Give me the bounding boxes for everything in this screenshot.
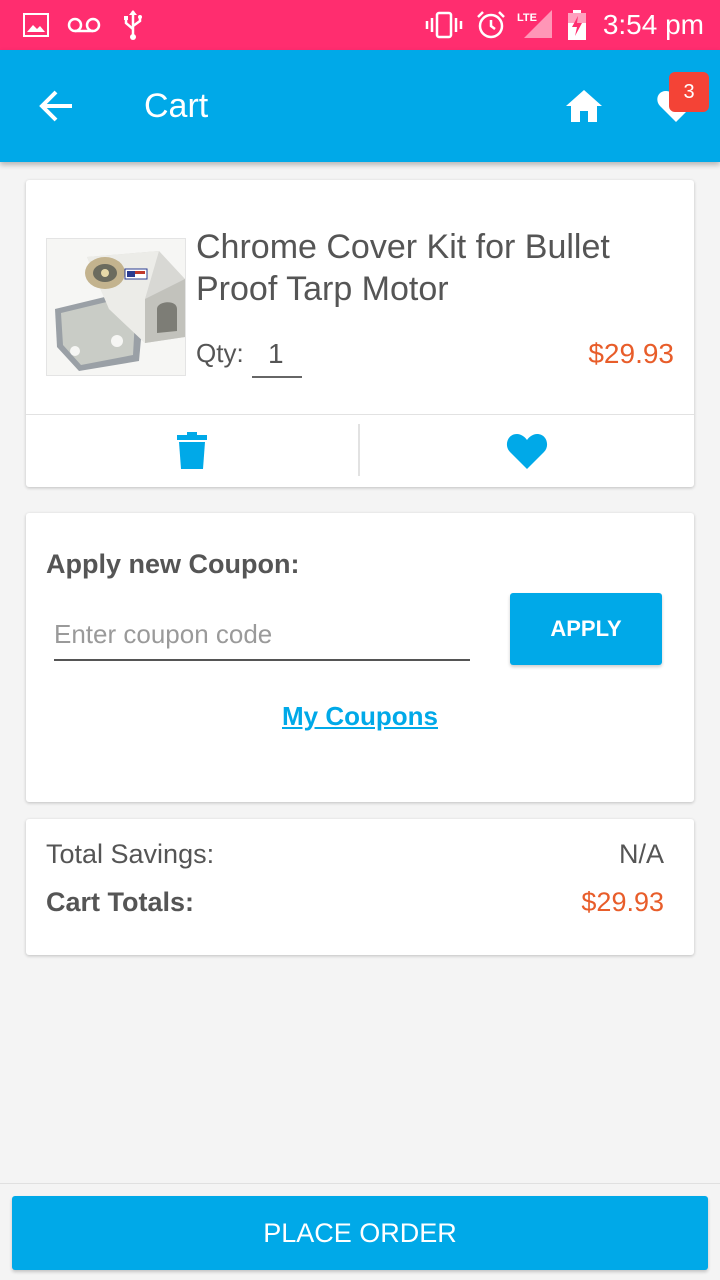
home-button[interactable] bbox=[556, 78, 612, 134]
status-time: 3:54 pm bbox=[602, 9, 704, 40]
product-title[interactable]: Chrome Cover Kit for Bullet Proof Tarp M… bbox=[196, 226, 676, 310]
vibrate-icon bbox=[424, 0, 464, 50]
place-order-button[interactable]: PLACE ORDER bbox=[12, 1196, 708, 1270]
lte-label: LTE bbox=[517, 12, 537, 24]
lte-signal-icon: LTE bbox=[516, 0, 554, 50]
voicemail-icon bbox=[66, 0, 102, 50]
my-coupons-link[interactable]: My Coupons bbox=[26, 701, 694, 732]
usb-icon bbox=[120, 0, 146, 50]
trash-icon bbox=[177, 432, 207, 469]
cart-totals-row: Cart Totals: $29.93 bbox=[46, 887, 664, 918]
total-savings-label: Total Savings: bbox=[46, 839, 215, 869]
status-bar: LTE 3:54 pm bbox=[0, 0, 720, 50]
total-savings-row: Total Savings: N/A bbox=[46, 839, 664, 870]
qty-label: Qty: bbox=[196, 338, 244, 368]
home-icon bbox=[566, 90, 602, 122]
coupon-code-input[interactable] bbox=[54, 609, 470, 661]
battery-charging-icon bbox=[566, 0, 588, 50]
heart-icon bbox=[506, 434, 548, 469]
cart-totals-label: Cart Totals: bbox=[46, 887, 195, 917]
move-to-wishlist-button[interactable] bbox=[360, 415, 694, 487]
cart-item-card: Chrome Cover Kit for Bullet Proof Tarp M… bbox=[26, 180, 694, 487]
quantity-input[interactable] bbox=[252, 332, 302, 378]
back-button[interactable] bbox=[20, 76, 92, 136]
app-bar: Cart bbox=[0, 50, 720, 162]
coupon-heading: Apply new Coupon: bbox=[46, 549, 300, 579]
product-price: $29.93 bbox=[588, 338, 674, 369]
wishlist-count-badge: 3 bbox=[669, 72, 709, 112]
delete-item-button[interactable] bbox=[26, 415, 358, 487]
cart-totals-value: $29.93 bbox=[581, 887, 664, 917]
alarm-icon bbox=[474, 0, 508, 50]
apply-coupon-button[interactable]: APPLY bbox=[510, 593, 662, 665]
page-title: Cart bbox=[144, 87, 209, 125]
coupon-card: Apply new Coupon: APPLY My Coupons bbox=[26, 513, 694, 802]
arrow-left-icon bbox=[39, 90, 72, 122]
image-icon bbox=[22, 0, 50, 50]
total-savings-value: N/A bbox=[618, 839, 664, 869]
totals-card: Total Savings: N/A Cart Totals: $29.93 bbox=[26, 819, 694, 955]
product-image[interactable] bbox=[46, 238, 186, 376]
